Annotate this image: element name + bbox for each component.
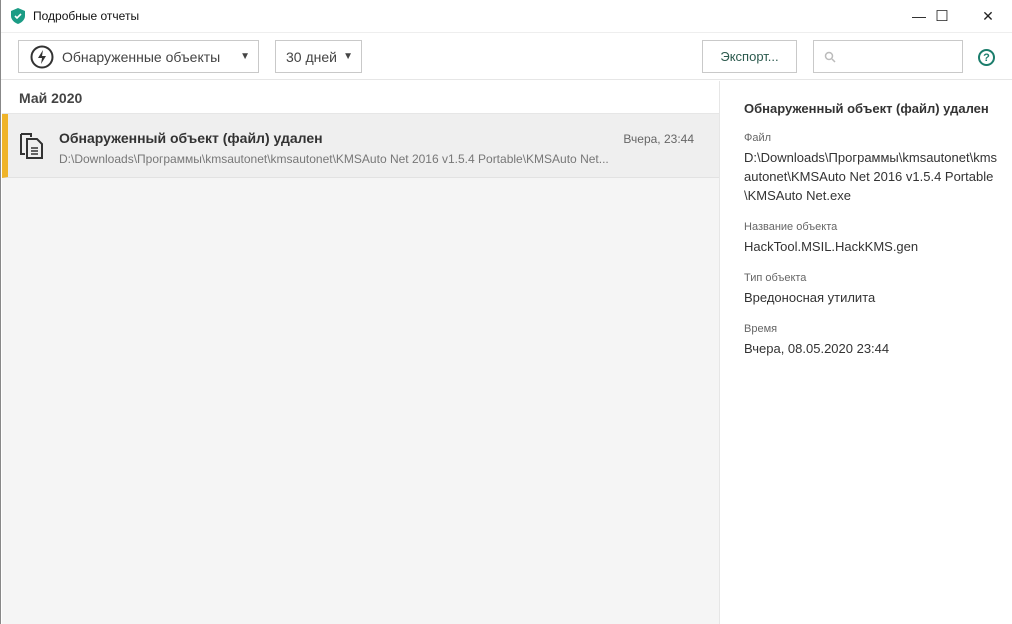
- category-value: Обнаруженные объекты: [62, 48, 221, 65]
- report-window: Подробные отчеты — ☐ ✕ Обнаруженные объе…: [0, 0, 1012, 624]
- file-value: D:\Downloads\Программы\kmsautonet\kmsaut…: [744, 150, 998, 203]
- chevron-down-icon: ▼: [240, 51, 250, 62]
- time-value: Вчера, 08.05.2020 23:44: [744, 341, 890, 356]
- item-title: Обнаруженный объект (файл) удален: [59, 130, 323, 146]
- title-bar: Подробные отчеты: [1, 0, 1012, 33]
- item-path: D:\Downloads\Программы\kmsautonet\kmsaut…: [59, 152, 609, 166]
- shield-icon: [11, 8, 25, 24]
- export-button[interactable]: Экспорт...: [702, 40, 797, 73]
- month-group-header: Май 2020: [2, 81, 719, 114]
- time-label: Время: [744, 323, 778, 335]
- details-title: Обнаруженный объект (файл) удален: [744, 101, 989, 116]
- object-type-value: Вредоносная утилита: [744, 290, 876, 305]
- chevron-down-icon: ▼: [343, 51, 353, 62]
- period-value: 30 дней: [286, 48, 337, 65]
- file-label: Файл: [744, 132, 772, 144]
- search-input[interactable]: [813, 40, 963, 73]
- category-dropdown[interactable]: Обнаруженные объекты ▼: [18, 40, 259, 73]
- event-list: Май 2020 Обнаруженный объект (файл) удал…: [2, 81, 719, 624]
- toolbar: Обнаруженные объекты ▼ 30 дней ▼ Экспорт…: [1, 33, 1012, 80]
- list-item[interactable]: Обнаруженный объект (файл) удален D:\Dow…: [2, 114, 719, 178]
- search-icon: [824, 51, 836, 63]
- object-name-label: Название объекта: [744, 221, 838, 233]
- window-title: Подробные отчеты: [33, 9, 140, 23]
- details-panel: Обнаруженный объект (файл) удален Файл D…: [719, 81, 1012, 624]
- maximize-button[interactable]: ☐: [919, 0, 965, 32]
- close-button[interactable]: ✕: [965, 0, 1011, 32]
- file-document-icon: [20, 133, 43, 159]
- item-time: Вчера, 23:44: [623, 132, 694, 146]
- lightning-icon: [30, 45, 54, 68]
- object-name-value: HackTool.MSIL.HackKMS.gen: [744, 239, 919, 254]
- help-icon[interactable]: ?: [978, 49, 995, 66]
- object-type-label: Тип объекта: [744, 272, 807, 284]
- period-dropdown[interactable]: 30 дней ▼: [275, 40, 362, 73]
